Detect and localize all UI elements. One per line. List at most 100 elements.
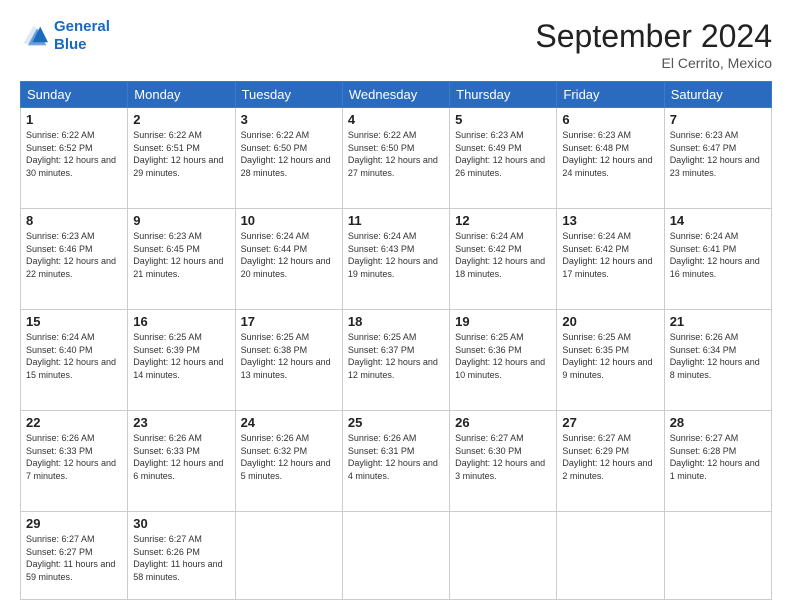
calendar-header-row: Sunday Monday Tuesday Wednesday Thursday… [21,82,772,108]
cell-text: Sunrise: 6:22 AM Sunset: 6:51 PM Dayligh… [133,129,229,179]
day-number: 11 [348,213,444,228]
table-row: 6Sunrise: 6:23 AM Sunset: 6:48 PM Daylig… [557,108,664,209]
cell-text: Sunrise: 6:23 AM Sunset: 6:49 PM Dayligh… [455,129,551,179]
table-row: 27Sunrise: 6:27 AM Sunset: 6:29 PM Dayli… [557,411,664,512]
table-row: 7 Sunrise: 6:23 AM Sunset: 6:47 PM Daylig… [664,108,771,209]
col-tuesday: Tuesday [235,82,342,108]
cell-text: Sunrise: 6:27 AM Sunset: 6:26 PM Dayligh… [133,533,229,583]
cell-text: Sunrise: 6:24 AM Sunset: 6:42 PM Dayligh… [562,230,658,280]
cell-text: Sunrise: 6:27 AM Sunset: 6:27 PM Dayligh… [26,533,122,583]
cell-text: Sunrise: 6:22 AM Sunset: 6:50 PM Dayligh… [348,129,444,179]
day-number: 18 [348,314,444,329]
table-row: 12 Sunrise: 6:24 AM Sunset: 6:42 PM Dayli… [450,209,557,310]
logo: General Blue [20,18,110,54]
cell-text: Sunrise: 6:27 AM Sunset: 6:28 PM Dayligh… [670,432,766,482]
table-row: 23 Sunrise: 6:26 AM Sunset: 6:33 PM Dayli… [128,411,235,512]
table-row: 10Sunrise: 6:24 AM Sunset: 6:44 PM Dayli… [235,209,342,310]
table-row: 16 Sunrise: 6:25 AM Sunset: 6:39 PM Dayli… [128,310,235,411]
table-row [342,512,449,600]
table-row: 28 Sunrise: 6:27 AM Sunset: 6:28 PM Dayli… [664,411,771,512]
day-number: 12 [455,213,551,228]
title-block: September 2024 El Cerrito, Mexico [535,18,772,71]
table-row: 4Sunrise: 6:22 AM Sunset: 6:50 PM Daylig… [342,108,449,209]
day-number: 5 [455,112,551,127]
calendar-week-1: 1 Sunrise: 6:22 AM Sunset: 6:52 PM Daylig… [21,108,772,209]
table-row: 14Sunrise: 6:24 AM Sunset: 6:41 PM Dayli… [664,209,771,310]
col-wednesday: Wednesday [342,82,449,108]
cell-text: Sunrise: 6:23 AM Sunset: 6:45 PM Dayligh… [133,230,229,280]
table-row: 20 Sunrise: 6:25 AM Sunset: 6:35 PM Dayli… [557,310,664,411]
table-row [235,512,342,600]
table-row: 24Sunrise: 6:26 AM Sunset: 6:32 PM Dayli… [235,411,342,512]
calendar-week-3: 15Sunrise: 6:24 AM Sunset: 6:40 PM Dayli… [21,310,772,411]
table-row: 17Sunrise: 6:25 AM Sunset: 6:38 PM Dayli… [235,310,342,411]
logo-text: General Blue [54,18,110,54]
table-row: 26Sunrise: 6:27 AM Sunset: 6:30 PM Dayli… [450,411,557,512]
table-row: 30 Sunrise: 6:27 AM Sunset: 6:26 PM Dayli… [128,512,235,600]
cell-text: Sunrise: 6:25 AM Sunset: 6:36 PM Dayligh… [455,331,551,381]
day-number: 14 [670,213,766,228]
table-row: 21Sunrise: 6:26 AM Sunset: 6:34 PM Dayli… [664,310,771,411]
table-row: 15Sunrise: 6:24 AM Sunset: 6:40 PM Dayli… [21,310,128,411]
cell-text: Sunrise: 6:22 AM Sunset: 6:50 PM Dayligh… [241,129,337,179]
calendar-week-4: 22 Sunrise: 6:26 AM Sunset: 6:33 PM Dayli… [21,411,772,512]
cell-text: Sunrise: 6:26 AM Sunset: 6:33 PM Dayligh… [133,432,229,482]
table-row: 3Sunrise: 6:22 AM Sunset: 6:50 PM Daylig… [235,108,342,209]
cell-text: Sunrise: 6:24 AM Sunset: 6:42 PM Dayligh… [455,230,551,280]
day-number: 23 [133,415,229,430]
day-number: 20 [562,314,658,329]
location: El Cerrito, Mexico [535,55,772,71]
cell-text: Sunrise: 6:26 AM Sunset: 6:31 PM Dayligh… [348,432,444,482]
table-row: 22 Sunrise: 6:26 AM Sunset: 6:33 PM Dayli… [21,411,128,512]
cell-text: Sunrise: 6:26 AM Sunset: 6:33 PM Dayligh… [26,432,122,482]
table-row: 13 Sunrise: 6:24 AM Sunset: 6:42 PM Dayli… [557,209,664,310]
table-row: 19Sunrise: 6:25 AM Sunset: 6:36 PM Dayli… [450,310,557,411]
day-number: 6 [562,112,658,127]
col-saturday: Saturday [664,82,771,108]
page: General Blue September 2024 El Cerrito, … [0,0,792,612]
logo-blue: Blue [54,36,87,53]
table-row: 18 Sunrise: 6:25 AM Sunset: 6:37 PM Dayli… [342,310,449,411]
day-number: 24 [241,415,337,430]
table-row: 2 Sunrise: 6:22 AM Sunset: 6:51 PM Daylig… [128,108,235,209]
logo-general: General [54,18,110,35]
cell-text: Sunrise: 6:24 AM Sunset: 6:43 PM Dayligh… [348,230,444,280]
day-number: 13 [562,213,658,228]
table-row [450,512,557,600]
cell-text: Sunrise: 6:25 AM Sunset: 6:37 PM Dayligh… [348,331,444,381]
day-number: 22 [26,415,122,430]
table-row: 8Sunrise: 6:23 AM Sunset: 6:46 PM Daylig… [21,209,128,310]
cell-text: Sunrise: 6:23 AM Sunset: 6:47 PM Dayligh… [670,129,766,179]
day-number: 1 [26,112,122,127]
day-number: 9 [133,213,229,228]
day-number: 15 [26,314,122,329]
cell-text: Sunrise: 6:22 AM Sunset: 6:52 PM Dayligh… [26,129,122,179]
header: General Blue September 2024 El Cerrito, … [20,18,772,71]
day-number: 8 [26,213,122,228]
logo-icon [20,22,48,50]
table-row: 25Sunrise: 6:26 AM Sunset: 6:31 PM Dayli… [342,411,449,512]
day-number: 7 [670,112,766,127]
table-row: 9 Sunrise: 6:23 AM Sunset: 6:45 PM Daylig… [128,209,235,310]
day-number: 27 [562,415,658,430]
table-row: 11 Sunrise: 6:24 AM Sunset: 6:43 PM Dayli… [342,209,449,310]
col-thursday: Thursday [450,82,557,108]
col-sunday: Sunday [21,82,128,108]
month-title: September 2024 [535,18,772,55]
table-row [664,512,771,600]
day-number: 10 [241,213,337,228]
day-number: 26 [455,415,551,430]
day-number: 2 [133,112,229,127]
day-number: 28 [670,415,766,430]
table-row: 5 Sunrise: 6:23 AM Sunset: 6:49 PM Daylig… [450,108,557,209]
day-number: 16 [133,314,229,329]
calendar-week-5: 29 Sunrise: 6:27 AM Sunset: 6:27 PM Dayli… [21,512,772,600]
day-number: 30 [133,516,229,531]
col-friday: Friday [557,82,664,108]
cell-text: Sunrise: 6:25 AM Sunset: 6:35 PM Dayligh… [562,331,658,381]
cell-text: Sunrise: 6:25 AM Sunset: 6:39 PM Dayligh… [133,331,229,381]
day-number: 21 [670,314,766,329]
cell-text: Sunrise: 6:25 AM Sunset: 6:38 PM Dayligh… [241,331,337,381]
day-number: 29 [26,516,122,531]
calendar-week-2: 8Sunrise: 6:23 AM Sunset: 6:46 PM Daylig… [21,209,772,310]
